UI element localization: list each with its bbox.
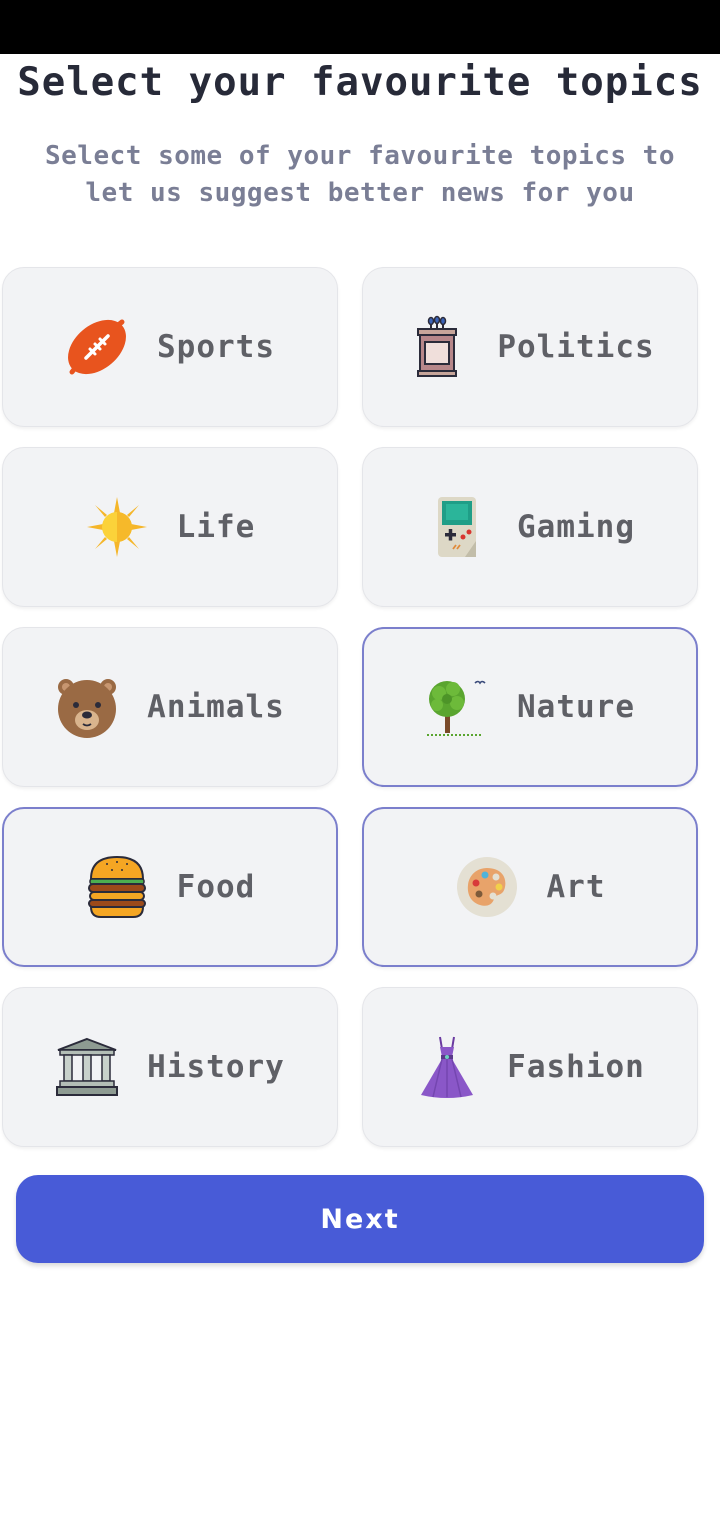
bear-icon	[55, 675, 119, 739]
topic-card-art[interactable]: Art	[362, 807, 698, 967]
topic-card-life[interactable]: Life	[2, 447, 338, 607]
topic-card-nature[interactable]: Nature	[362, 627, 698, 787]
sun-icon	[85, 495, 149, 559]
podium-icon	[405, 315, 469, 379]
topic-label: Animals	[147, 689, 285, 725]
topic-label: Sports	[157, 329, 275, 365]
museum-icon	[55, 1035, 119, 1099]
dress-icon	[415, 1035, 479, 1099]
topic-label: Politics	[497, 329, 655, 365]
tree-icon	[425, 675, 489, 739]
next-button[interactable]: Next	[16, 1175, 704, 1263]
subtitle-line-1: Select some of your favourite topics to	[45, 141, 675, 171]
topic-label: Fashion	[507, 1049, 645, 1085]
page-title: Select your favourite topics	[17, 60, 703, 105]
topic-card-sports[interactable]: Sports	[2, 267, 338, 427]
topic-card-animals[interactable]: Animals	[2, 627, 338, 787]
topic-label: Art	[546, 869, 606, 905]
topic-card-fashion[interactable]: Fashion	[362, 987, 698, 1147]
topic-card-food[interactable]: Food	[2, 807, 338, 967]
topic-card-gaming[interactable]: Gaming	[362, 447, 698, 607]
page-subtitle: Select some of your favourite topics to …	[0, 138, 720, 212]
gameboy-icon	[425, 495, 489, 559]
topic-label: Gaming	[517, 509, 635, 545]
topic-label: Nature	[517, 689, 635, 725]
palette-icon	[455, 855, 519, 919]
topic-label: Food	[176, 869, 256, 905]
status-bar	[0, 0, 720, 54]
topic-card-history[interactable]: History	[2, 987, 338, 1147]
football-icon	[65, 315, 129, 379]
topic-label: Life	[176, 509, 256, 545]
topic-card-politics[interactable]: Politics	[362, 267, 698, 427]
topic-label: History	[147, 1049, 285, 1085]
subtitle-line-2: let us suggest better news for you	[85, 178, 635, 208]
burger-icon	[85, 855, 149, 919]
